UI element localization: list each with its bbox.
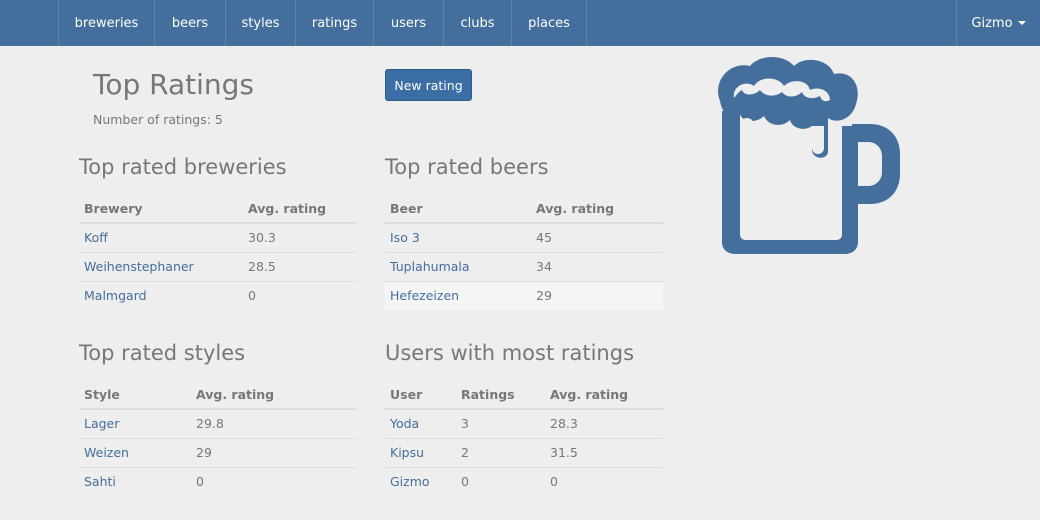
nav-item-users[interactable]: users	[373, 0, 443, 46]
top-users-section: Users with most ratings User Ratings Avg…	[385, 341, 663, 496]
user-name: Gizmo	[971, 15, 1013, 31]
avg-rating: 28.3	[545, 409, 663, 439]
brewery-link[interactable]: Malmgard	[84, 288, 147, 303]
user-menu-dropdown[interactable]: Gizmo	[956, 0, 1040, 46]
page-title: Top Ratings	[93, 68, 255, 101]
style-link[interactable]: Weizen	[84, 445, 129, 460]
avg-rating: 28.5	[243, 252, 357, 282]
users-table: User Ratings Avg. rating Yoda 3 28.3 Kip…	[385, 381, 663, 496]
table-row: Gizmo 0 0	[385, 467, 663, 496]
breweries-table: Brewery Avg. rating Koff 30.3 Weihenstep…	[79, 195, 357, 310]
style-link[interactable]: Lager	[84, 416, 119, 431]
styles-table: Style Avg. rating Lager 29.8 Weizen 29 S…	[79, 381, 357, 496]
beer-link[interactable]: Iso 3	[390, 230, 420, 245]
style-link[interactable]: Sahti	[84, 474, 116, 489]
user-link[interactable]: Kipsu	[390, 445, 424, 460]
navbar: breweries beers styles ratings users clu…	[0, 0, 1040, 46]
table-row: Lager 29.8	[79, 409, 357, 439]
caret-down-icon	[1017, 21, 1026, 25]
top-styles-section: Top rated styles Style Avg. rating Lager…	[79, 341, 357, 496]
avg-rating: 45	[531, 223, 663, 253]
column-header: Ratings	[456, 381, 545, 410]
top-breweries-section: Top rated breweries Brewery Avg. rating …	[79, 155, 357, 310]
user-link[interactable]: Gizmo	[390, 474, 430, 489]
ratings-count: 2	[456, 438, 545, 468]
beers-table: Beer Avg. rating Iso 3 45 Tuplahumala 34…	[385, 195, 663, 310]
column-header: Avg. rating	[531, 195, 663, 224]
section-title: Users with most ratings	[385, 341, 635, 365]
beer-link[interactable]: Hefezeizen	[390, 288, 459, 303]
beer-link[interactable]: Tuplahumala	[390, 259, 470, 274]
avg-rating: 0	[248, 288, 256, 304]
beer-mug-icon	[712, 56, 902, 260]
table-row: Koff 30.3	[79, 223, 357, 253]
avg-rating: 30.3	[243, 223, 357, 253]
ratings-count: 0	[461, 474, 469, 490]
column-header: Avg. rating	[545, 381, 663, 410]
nav-menu: breweries beers styles ratings users clu…	[58, 0, 587, 46]
avg-rating: 31.5	[545, 438, 663, 468]
avg-rating: 0	[550, 474, 558, 490]
column-header: Avg. rating	[243, 195, 357, 224]
section-title: Top rated styles	[79, 341, 246, 365]
user-link[interactable]: Yoda	[390, 416, 419, 431]
avg-rating: 34	[531, 252, 663, 282]
column-header: Avg. rating	[191, 381, 357, 410]
table-row: Kipsu 2 31.5	[385, 438, 663, 468]
brewery-link[interactable]: Weihenstephaner	[84, 259, 194, 274]
table-row: Weizen 29	[79, 438, 357, 468]
ratings-count: 3	[456, 409, 545, 439]
table-row: Yoda 3 28.3	[385, 409, 663, 439]
nav-item-beers[interactable]: beers	[154, 0, 225, 46]
rating-count: Number of ratings: 5	[93, 112, 223, 127]
column-header: User	[385, 381, 456, 410]
column-header: Style	[79, 381, 191, 410]
table-row: Hefezeizen 29	[385, 281, 663, 310]
avg-rating: 29	[531, 281, 663, 310]
nav-item-styles[interactable]: styles	[225, 0, 295, 46]
nav-item-places[interactable]: places	[511, 0, 587, 46]
avg-rating: 29	[191, 438, 357, 468]
nav-item-clubs[interactable]: clubs	[443, 0, 511, 46]
table-row: Malmgard 0	[79, 281, 357, 310]
brewery-link[interactable]: Koff	[84, 230, 108, 245]
section-title: Top rated beers	[385, 155, 549, 179]
new-rating-button[interactable]: New rating	[385, 69, 472, 101]
table-row: Iso 3 45	[385, 223, 663, 253]
column-header: Brewery	[79, 195, 243, 224]
table-row: Sahti 0	[79, 467, 357, 496]
table-row: Weihenstephaner 28.5	[79, 252, 357, 282]
section-title: Top rated breweries	[79, 155, 287, 179]
avg-rating: 0	[196, 474, 204, 490]
nav-item-ratings[interactable]: ratings	[295, 0, 373, 46]
avg-rating: 29.8	[191, 409, 357, 439]
column-header: Beer	[385, 195, 531, 224]
top-beers-section: Top rated beers Beer Avg. rating Iso 3 4…	[385, 155, 663, 310]
table-row: Tuplahumala 34	[385, 252, 663, 282]
nav-item-breweries[interactable]: breweries	[58, 0, 154, 46]
